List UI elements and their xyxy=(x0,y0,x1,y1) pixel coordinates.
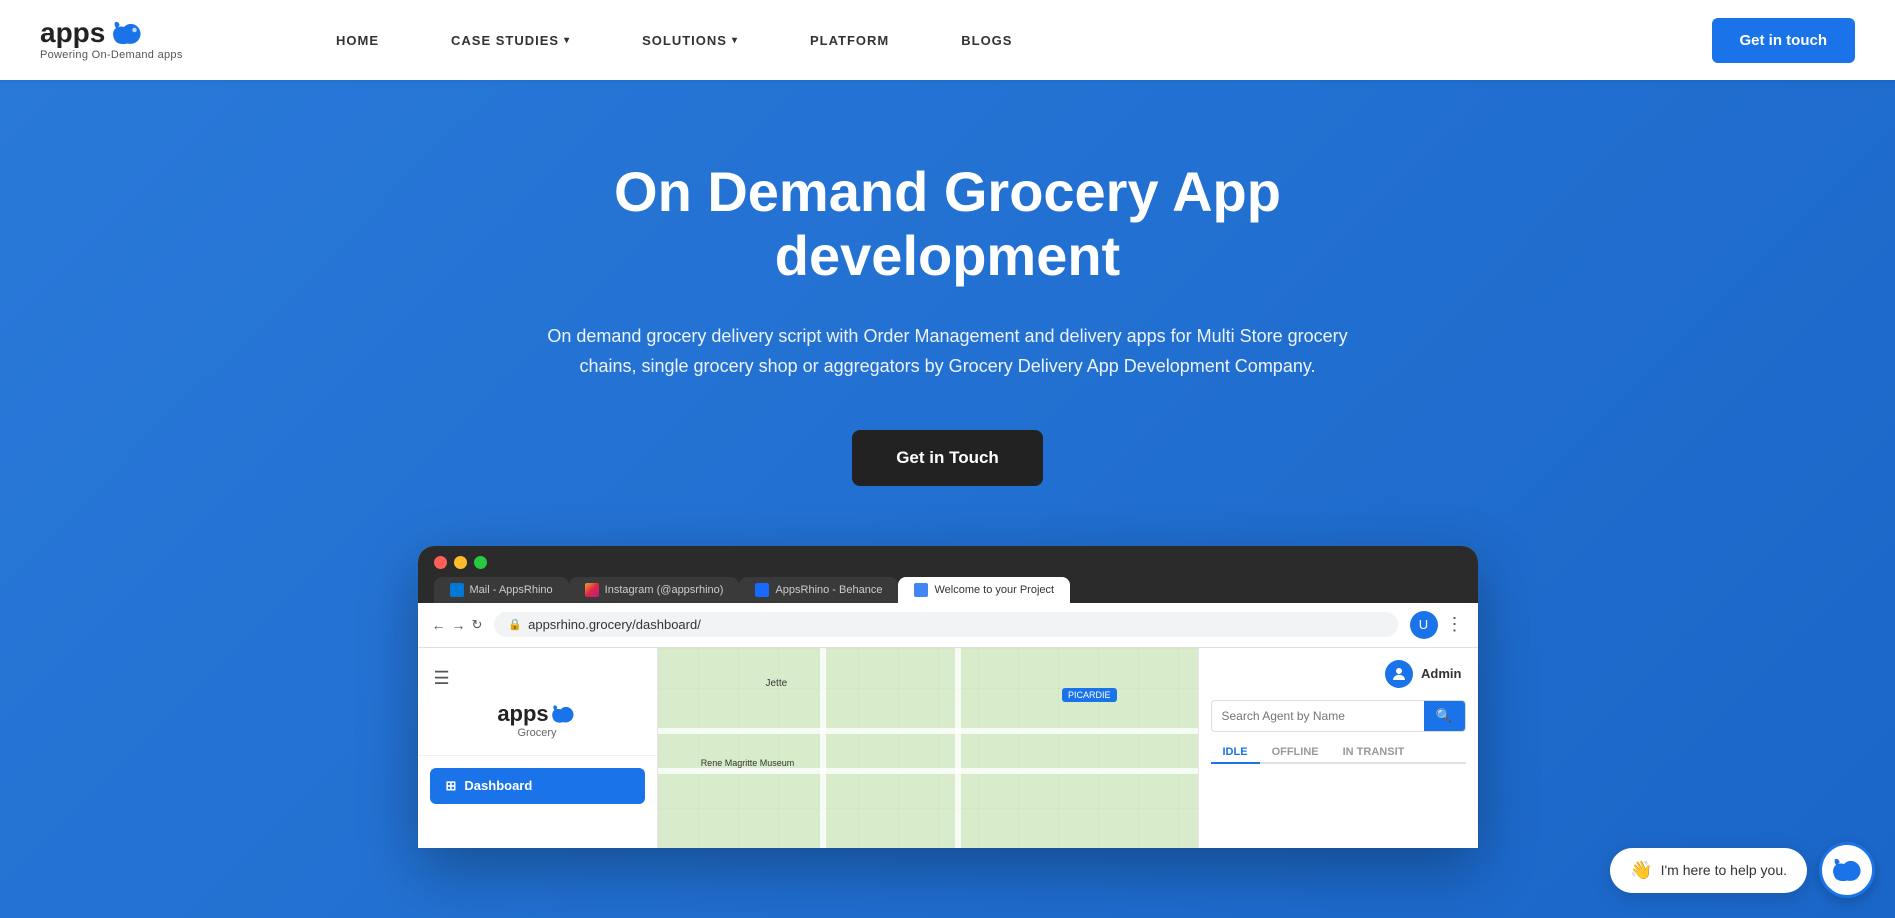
dashboard-nav-item[interactable]: ⊞ Dashboard xyxy=(430,768,645,804)
back-button[interactable]: ← xyxy=(432,617,446,633)
hero-subtitle: On demand grocery delivery script with O… xyxy=(538,321,1358,382)
behance-tab-favicon xyxy=(755,583,769,597)
browser-tab-project[interactable]: Welcome to your Project xyxy=(898,577,1070,603)
browser-user-avatar[interactable]: U xyxy=(1410,611,1438,639)
lock-icon: 🔒 xyxy=(508,618,522,631)
mail-tab-favicon xyxy=(450,583,464,597)
agent-search-button[interactable]: 🔍 xyxy=(1424,701,1465,731)
wave-emoji: 👋 xyxy=(1630,860,1652,881)
browser-tab-instagram[interactable]: Instagram (@appsrhino) xyxy=(569,577,740,603)
browser-content: ☰ apps Grocery ⊞ Dashboard xyxy=(418,648,1478,848)
logo-tagline: Powering On-Demand apps xyxy=(40,49,183,61)
chat-avatar-button[interactable] xyxy=(1819,842,1875,898)
admin-label: Admin xyxy=(1421,666,1461,681)
agent-search-bar: 🔍 xyxy=(1211,700,1466,732)
browser-tabs: Mail - AppsRhino Instagram (@appsrhino) … xyxy=(434,577,1462,603)
map-background: Jette Rene Magritte Museum PICARDIE xyxy=(658,648,1198,848)
chat-rhino-icon xyxy=(1829,856,1865,884)
project-tab-favicon xyxy=(914,583,928,597)
sidebar-logo: apps Grocery xyxy=(418,701,657,756)
logo-rhino-icon xyxy=(109,19,145,47)
nav-links: HOME CASE STUDIES ▾ SOLUTIONS ▾ PLATFORM… xyxy=(300,0,1712,80)
map-panel: Jette Rene Magritte Museum PICARDIE xyxy=(658,648,1198,848)
admin-avatar-icon xyxy=(1385,660,1413,688)
nav-solutions[interactable]: SOLUTIONS ▾ xyxy=(606,0,774,80)
browser-tab-behance[interactable]: AppsRhino - Behance xyxy=(739,577,898,603)
hero-title: On Demand Grocery App development xyxy=(558,160,1338,289)
hero-cta-button[interactable]: Get in Touch xyxy=(852,430,1043,486)
solutions-chevron-icon: ▾ xyxy=(732,35,738,46)
nav-cta: Get in touch xyxy=(1712,18,1856,63)
maximize-window-button[interactable] xyxy=(474,556,487,569)
right-panel: Admin 🔍 IDLE OFFLINE IN TRANSIT xyxy=(1198,648,1478,848)
navbar: apps Powering On-Demand apps HOME CASE S… xyxy=(0,0,1895,80)
browser-chrome: Mail - AppsRhino Instagram (@appsrhino) … xyxy=(418,546,1478,603)
chat-widget: 👋 I'm here to help you. xyxy=(1610,842,1875,898)
address-bar[interactable]: 🔒 appsrhino.grocery/dashboard/ xyxy=(494,612,1397,637)
instagram-tab-favicon xyxy=(585,583,599,597)
logo[interactable]: apps Powering On-Demand apps xyxy=(40,19,220,61)
app-sidebar: ☰ apps Grocery ⊞ Dashboard xyxy=(418,648,658,848)
browser-nav-arrows: ← → ↻ xyxy=(432,617,483,633)
sidebar-logo-sub: Grocery xyxy=(517,727,556,739)
agent-search-input[interactable] xyxy=(1212,702,1424,730)
nav-case-studies[interactable]: CASE STUDIES ▾ xyxy=(415,0,606,80)
browser-tab-mail[interactable]: Mail - AppsRhino xyxy=(434,577,569,603)
close-window-button[interactable] xyxy=(434,556,447,569)
map-marker: PICARDIE xyxy=(1062,688,1117,702)
agent-status-tabs: IDLE OFFLINE IN TRANSIT xyxy=(1211,742,1466,764)
map-label-jette: Jette xyxy=(766,678,788,689)
sidebar-brand-name: apps xyxy=(497,701,576,727)
map-road-vertical xyxy=(820,648,826,848)
chat-avatar-logo xyxy=(1822,845,1872,895)
nav-platform[interactable]: PLATFORM xyxy=(774,0,925,80)
refresh-button[interactable]: ↻ xyxy=(472,617,483,633)
brand-name: apps xyxy=(40,19,105,47)
map-label-museum: Rene Magritte Museum xyxy=(701,758,795,768)
logo-text: apps xyxy=(40,19,145,47)
status-tab-offline[interactable]: OFFLINE xyxy=(1260,742,1331,764)
chat-bubble: 👋 I'm here to help you. xyxy=(1610,848,1807,893)
browser-menu-icon[interactable]: ⋮ xyxy=(1446,614,1464,635)
get-in-touch-button[interactable]: Get in touch xyxy=(1712,18,1856,63)
hero-section: On Demand Grocery App development On dem… xyxy=(0,80,1895,918)
browser-mockup: Mail - AppsRhino Instagram (@appsrhino) … xyxy=(418,546,1478,848)
address-url: appsrhino.grocery/dashboard/ xyxy=(528,617,701,632)
chat-message: I'm here to help you. xyxy=(1661,862,1787,878)
status-tab-idle[interactable]: IDLE xyxy=(1211,742,1260,764)
admin-user-icon xyxy=(1390,665,1408,683)
browser-address-bar: ← → ↻ 🔒 appsrhino.grocery/dashboard/ U ⋮ xyxy=(418,603,1478,648)
nav-blogs[interactable]: BLOGS xyxy=(925,0,1048,80)
map-road-vertical-2 xyxy=(955,648,961,848)
sidebar-rhino-icon xyxy=(549,703,577,725)
case-studies-chevron-icon: ▾ xyxy=(564,35,570,46)
browser-window-controls xyxy=(434,556,1462,569)
browser-user-area: U ⋮ xyxy=(1410,611,1464,639)
dashboard-icon: ⊞ xyxy=(446,778,457,794)
nav-home[interactable]: HOME xyxy=(300,0,415,80)
map-road-horizontal xyxy=(658,728,1198,734)
status-tab-in-transit[interactable]: IN TRANSIT xyxy=(1331,742,1417,764)
map-road-horizontal-2 xyxy=(658,768,1198,774)
forward-button[interactable]: → xyxy=(452,617,466,633)
minimize-window-button[interactable] xyxy=(454,556,467,569)
hamburger-icon[interactable]: ☰ xyxy=(418,664,657,693)
admin-header: Admin xyxy=(1211,660,1466,688)
